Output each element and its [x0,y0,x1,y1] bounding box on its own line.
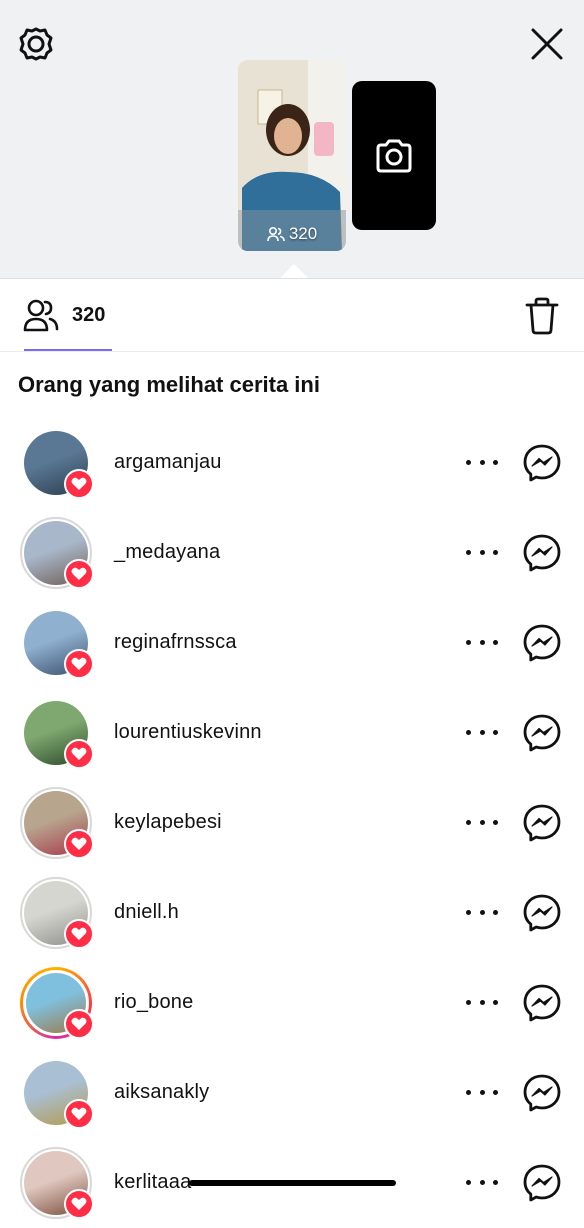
list-item[interactable]: rio_bone [0,958,584,1048]
heart-icon [64,469,94,499]
viewer-tabs: 320 [0,279,584,352]
username[interactable]: aiksanakly [114,1081,209,1104]
messenger-icon[interactable] [522,623,562,663]
more-icon[interactable] [466,1082,498,1102]
more-icon[interactable] [466,902,498,922]
messenger-icon[interactable] [522,1073,562,1113]
viewer-list: argamanjau _medayana reginafrnssca loure… [0,418,584,1228]
username[interactable]: kerlitaaa [114,1171,191,1194]
camera-icon [376,139,412,172]
avatar[interactable] [20,787,94,859]
people-icon [23,299,59,332]
heart-icon [64,739,94,769]
tab-viewers[interactable]: 320 [22,295,105,335]
heart-icon [64,1189,94,1219]
avatar[interactable] [20,517,94,589]
add-story-button[interactable] [352,81,436,230]
messenger-icon[interactable] [522,533,562,573]
list-item[interactable]: dniell.h [0,868,584,958]
list-item[interactable]: _medayana [0,508,584,598]
gear-icon[interactable] [18,26,54,62]
messenger-icon[interactable] [522,893,562,933]
avatar[interactable] [20,877,94,949]
username[interactable]: keylapebesi [114,811,222,834]
heart-icon [64,1009,94,1039]
username[interactable]: reginafrnssca [114,631,237,654]
messenger-icon[interactable] [522,443,562,483]
selection-pointer [280,264,308,278]
story-header: 320 [0,0,584,279]
home-indicator[interactable] [189,1180,396,1186]
avatar[interactable] [20,1057,94,1129]
story-thumbnail[interactable]: 320 [238,60,346,251]
messenger-icon[interactable] [522,803,562,843]
messenger-icon[interactable] [522,1163,562,1203]
messenger-icon[interactable] [522,713,562,753]
story-view-count-value: 320 [288,224,318,243]
more-icon[interactable] [466,722,498,742]
username[interactable]: dniell.h [114,901,179,924]
heart-icon [64,829,94,859]
people-icon [267,226,285,242]
username[interactable]: rio_bone [114,991,193,1014]
list-item[interactable]: argamanjau [0,418,584,508]
avatar[interactable] [20,1147,94,1219]
heart-icon [64,1099,94,1129]
username[interactable]: argamanjau [114,451,222,474]
heart-icon [64,649,94,679]
tab-viewers-count: 320 [72,303,106,326]
tab-active-indicator [24,349,112,351]
avatar[interactable] [20,967,94,1039]
close-icon[interactable] [530,27,564,61]
section-title: Orang yang melihat cerita ini [18,372,320,397]
username[interactable]: lourentiuskevinn [114,721,262,744]
messenger-icon[interactable] [522,983,562,1023]
heart-icon [64,559,94,589]
more-icon[interactable] [466,812,498,832]
heart-icon [64,919,94,949]
avatar[interactable] [20,607,94,679]
trash-icon[interactable] [524,297,560,335]
more-icon[interactable] [466,452,498,472]
avatar[interactable] [20,427,94,499]
list-item[interactable]: aiksanakly [0,1048,584,1138]
story-view-count: 320 [238,217,346,251]
list-item[interactable]: lourentiuskevinn [0,688,584,778]
more-icon[interactable] [466,992,498,1012]
more-icon[interactable] [466,542,498,562]
list-item[interactable]: reginafrnssca [0,598,584,688]
username[interactable]: _medayana [114,541,220,564]
more-icon[interactable] [466,632,498,652]
list-item[interactable]: keylapebesi [0,778,584,868]
avatar[interactable] [20,697,94,769]
more-icon[interactable] [466,1172,498,1192]
